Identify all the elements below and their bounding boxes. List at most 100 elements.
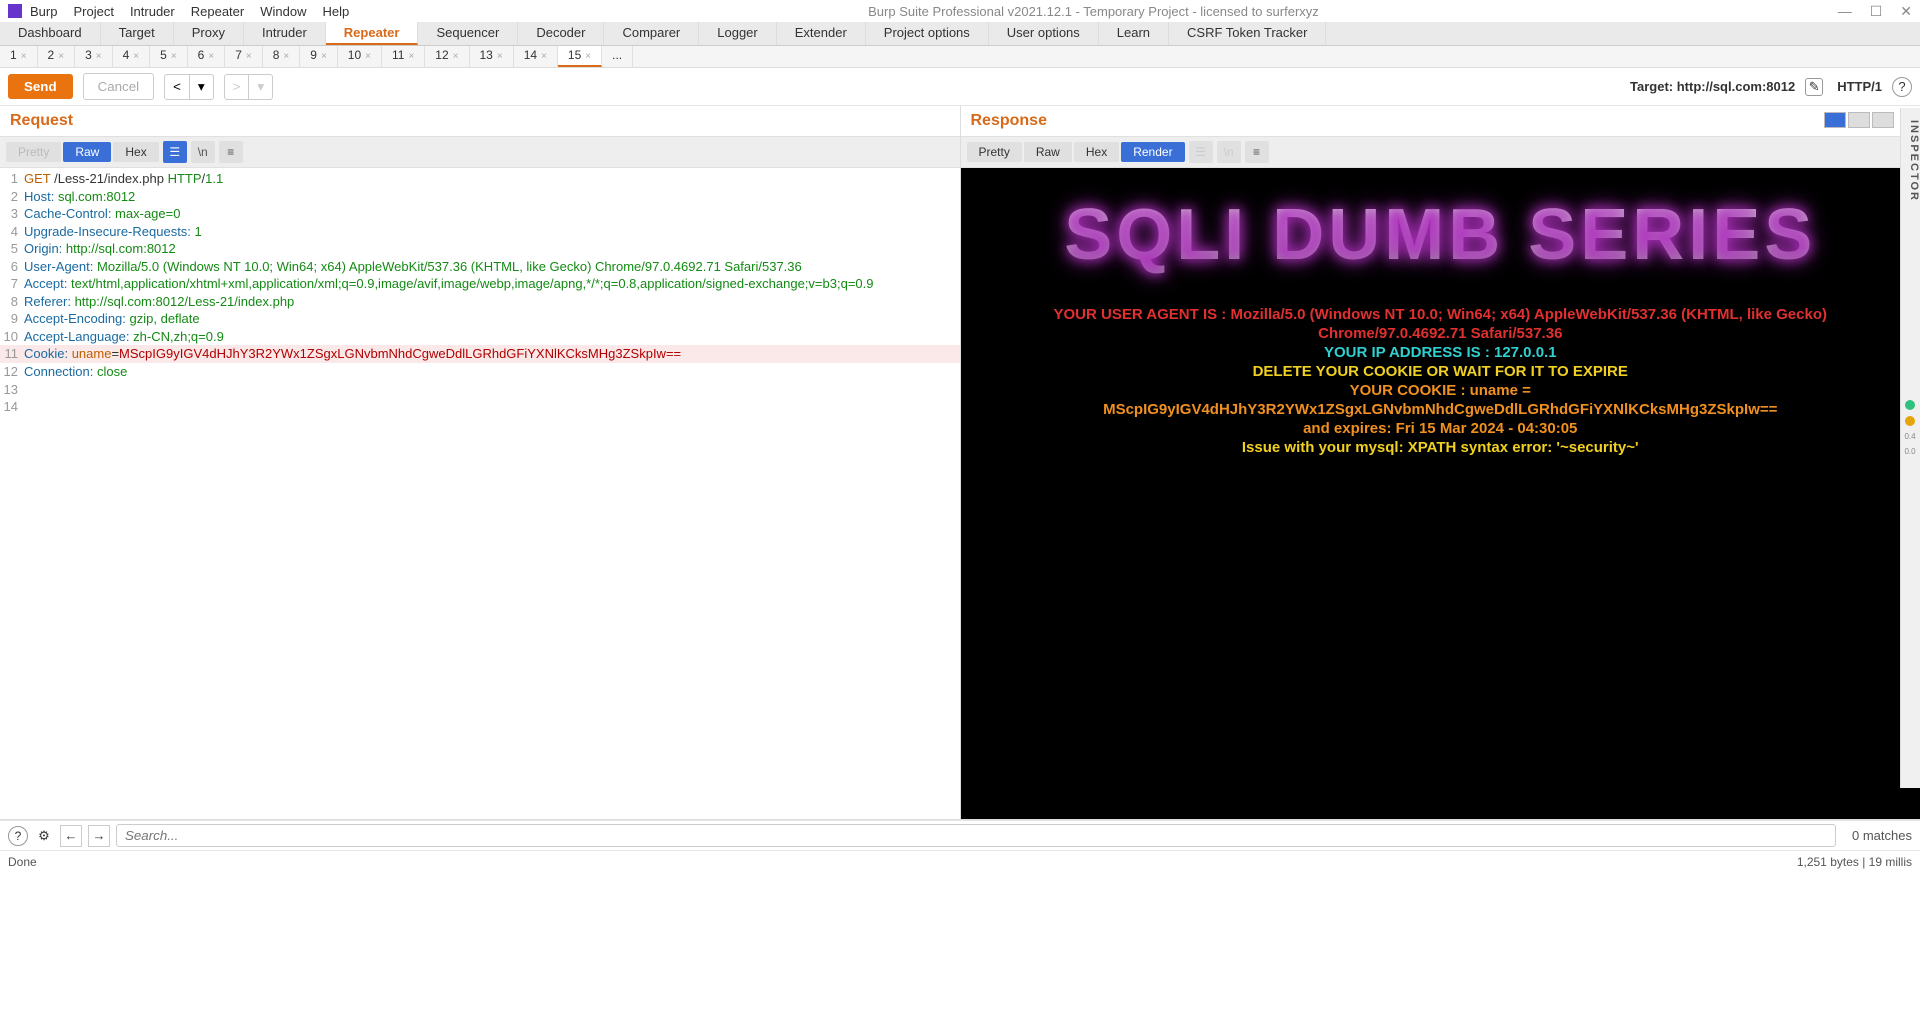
subtab-close-icon[interactable]: × [171,51,177,62]
subtab-close-icon[interactable]: × [283,51,289,62]
subtab-close-icon[interactable]: × [133,51,139,62]
status-dot-orange-icon [1905,416,1915,426]
tab-extender[interactable]: Extender [777,22,866,45]
request-hamburger-icon[interactable]: ≡ [219,141,243,163]
status-bar: Done 1,251 bytes | 19 millis [0,850,1920,872]
response-view-hex[interactable]: Hex [1074,142,1119,162]
search-input[interactable] [116,824,1836,847]
render-ip: YOUR IP ADDRESS IS : 127.0.0.1 [961,344,1920,361]
maximize-icon[interactable]: ☐ [1870,3,1883,20]
subtab-close-icon[interactable]: × [208,51,214,62]
subtab-close-icon[interactable]: × [541,51,547,62]
tab-dashboard[interactable]: Dashboard [0,22,101,45]
subtab-15[interactable]: 15× [558,46,602,67]
subtab-14[interactable]: 14× [514,46,558,67]
history-forward-button[interactable]: > [224,74,250,100]
response-view-raw[interactable]: Raw [1024,142,1072,162]
menu-intruder[interactable]: Intruder [130,4,175,19]
subtab-close-icon[interactable]: × [585,51,591,62]
tab-comparer[interactable]: Comparer [604,22,699,45]
history-back-dropdown[interactable]: ▾ [190,74,214,100]
request-view-tabs: Pretty Raw Hex ☰ \n ≡ [0,136,960,168]
subtab-close-icon[interactable]: × [453,51,459,62]
render-user-agent-1: YOUR USER AGENT IS : Mozilla/5.0 (Window… [961,306,1920,323]
subtab-4[interactable]: 4× [113,46,151,67]
request-toggle-pretty-icon[interactable]: ☰ [163,141,187,163]
sidebar-status-dots: 0.4 0.0 [1900,400,1920,456]
tab-csrf-token-tracker[interactable]: CSRF Token Tracker [1169,22,1326,45]
response-view-pretty[interactable]: Pretty [967,142,1022,162]
menu-window[interactable]: Window [260,4,306,19]
subtab-9[interactable]: 9× [300,46,338,67]
subtab-11[interactable]: 11× [382,46,425,67]
message-panes: Request Pretty Raw Hex ☰ \n ≡ 1GET /Less… [0,106,1920,820]
tab-target[interactable]: Target [101,22,174,45]
response-newline-icon[interactable]: \n [1217,141,1241,163]
layout-combined-icon[interactable] [1872,112,1894,128]
response-toggle-pretty-icon[interactable]: ☰ [1189,141,1213,163]
subtab-12[interactable]: 12× [425,46,469,67]
tab-sequencer[interactable]: Sequencer [418,22,518,45]
request-view-pretty[interactable]: Pretty [6,142,61,162]
subtab-close-icon[interactable]: × [321,51,327,62]
history-fwd-group: > ▾ [224,74,274,100]
subtab-6[interactable]: 6× [188,46,226,67]
close-icon[interactable]: ✕ [1900,3,1912,20]
response-view-render[interactable]: Render [1121,142,1184,162]
request-view-hex[interactable]: Hex [113,142,158,162]
request-editor[interactable]: 1GET /Less-21/index.php HTTP/1.12Host: s… [0,168,960,819]
status-dot-green-icon [1905,400,1915,410]
tab-proxy[interactable]: Proxy [174,22,244,45]
render-delete-cookie: DELETE YOUR COOKIE OR WAIT FOR IT TO EXP… [961,363,1920,380]
subtab-...[interactable]: ... [602,46,633,67]
cancel-button[interactable]: Cancel [83,73,155,100]
search-next-button[interactable]: → [88,825,110,847]
help-icon[interactable]: ? [1892,77,1912,97]
main-tabs: DashboardTargetProxyIntruderRepeaterSequ… [0,22,1920,46]
subtab-close-icon[interactable]: × [96,51,102,62]
menu-project[interactable]: Project [73,4,113,19]
history-back-group: < ▾ [164,74,214,100]
tab-user-options[interactable]: User options [989,22,1099,45]
subtab-8[interactable]: 8× [263,46,301,67]
tab-learn[interactable]: Learn [1099,22,1169,45]
edit-target-icon[interactable]: ✎ [1805,78,1823,96]
send-button[interactable]: Send [8,74,73,99]
minimize-icon[interactable]: — [1838,3,1852,20]
subtab-1[interactable]: 1× [0,46,38,67]
history-forward-dropdown[interactable]: ▾ [249,74,273,100]
subtab-close-icon[interactable]: × [408,51,414,62]
tab-repeater[interactable]: Repeater [326,22,419,45]
response-hamburger-icon[interactable]: ≡ [1245,141,1269,163]
protocol-label[interactable]: HTTP/1 [1837,79,1882,94]
subtab-close-icon[interactable]: × [58,51,64,62]
subtab-close-icon[interactable]: × [246,51,252,62]
search-prev-button[interactable]: ← [60,825,82,847]
action-bar: Send Cancel < ▾ > ▾ Target: http://sql.c… [0,68,1920,106]
layout-horizontal-icon[interactable] [1824,112,1846,128]
history-back-button[interactable]: < [164,74,190,100]
subtab-5[interactable]: 5× [150,46,188,67]
tab-logger[interactable]: Logger [699,22,776,45]
status-rate-1: 0.4 [1904,432,1915,441]
tab-project-options[interactable]: Project options [866,22,989,45]
menu-burp[interactable]: Burp [30,4,57,19]
tab-intruder[interactable]: Intruder [244,22,326,45]
layout-vertical-icon[interactable] [1848,112,1870,128]
menu-repeater[interactable]: Repeater [191,4,244,19]
request-newline-icon[interactable]: \n [191,141,215,163]
menu-help[interactable]: Help [322,4,349,19]
subtab-2[interactable]: 2× [38,46,76,67]
subtab-10[interactable]: 10× [338,46,382,67]
request-view-raw[interactable]: Raw [63,142,111,162]
subtab-close-icon[interactable]: × [21,51,27,62]
search-settings-icon[interactable]: ⚙ [34,826,54,846]
subtab-close-icon[interactable]: × [365,51,371,62]
render-expires: and expires: Fri 15 Mar 2024 - 04:30:05 [961,420,1920,437]
subtab-close-icon[interactable]: × [497,51,503,62]
subtab-3[interactable]: 3× [75,46,113,67]
tab-decoder[interactable]: Decoder [518,22,604,45]
subtab-13[interactable]: 13× [470,46,514,67]
search-help-icon[interactable]: ? [8,826,28,846]
subtab-7[interactable]: 7× [225,46,263,67]
